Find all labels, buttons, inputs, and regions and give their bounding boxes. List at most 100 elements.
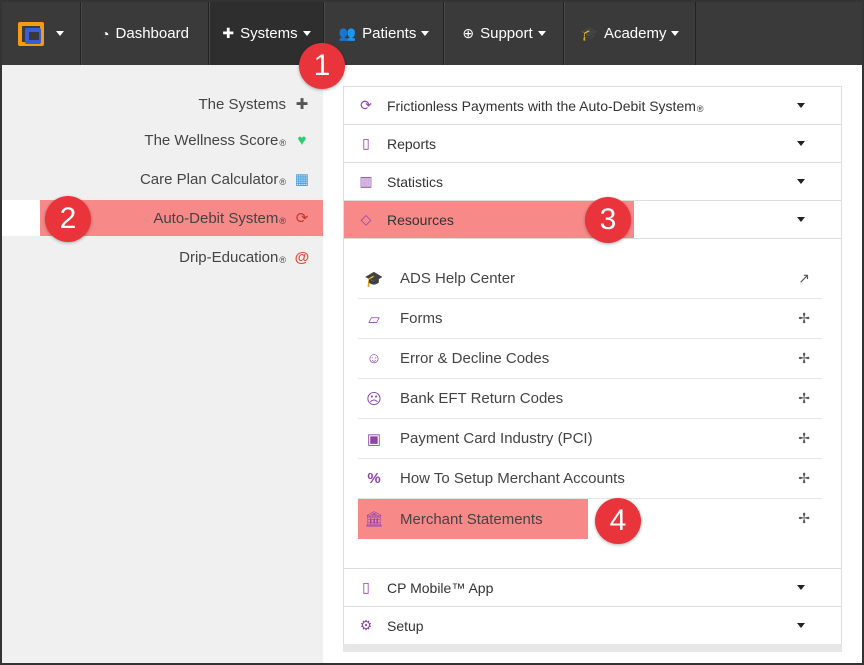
brand-logo bbox=[18, 20, 48, 48]
nav-support[interactable]: ⊕ Support bbox=[444, 2, 564, 65]
sidebar-item-label: The Wellness Score® bbox=[144, 132, 286, 149]
accordion-label: Frictionless Payments with the Auto-Debi… bbox=[387, 98, 704, 114]
resource-bank-eft-return-codes[interactable]: ☹ Bank EFT Return Codes ✢ bbox=[358, 379, 822, 419]
resource-label: Bank EFT Return Codes bbox=[400, 390, 564, 407]
resource-label: How To Setup Merchant Accounts bbox=[400, 470, 625, 487]
calculator-icon: ▦ bbox=[294, 171, 310, 188]
pinwheel-icon: ✢ bbox=[798, 510, 810, 526]
accordion-cp-mobile-app[interactable]: ▯ CP Mobile™ App bbox=[344, 569, 841, 607]
refresh-icon: ⟳ bbox=[360, 97, 372, 113]
pinwheel-icon: ✢ bbox=[798, 470, 810, 486]
accordion-label: Resources bbox=[387, 211, 454, 228]
accordion-setup[interactable]: ⚙ Setup bbox=[344, 607, 841, 645]
graduation-cap-icon: 🎓 bbox=[580, 25, 598, 41]
sidebar-item-label: Care Plan Calculator® bbox=[140, 171, 286, 188]
registered-mark: ® bbox=[279, 254, 286, 265]
accordion-text: Frictionless Payments with the Auto-Debi… bbox=[387, 97, 696, 114]
pinwheel-icon: ✢ bbox=[798, 310, 810, 326]
step-badge-2: 2 bbox=[45, 196, 91, 242]
nav-patients-label: Patients bbox=[362, 25, 417, 42]
brand-menu[interactable] bbox=[2, 2, 81, 65]
lock-icon: ▣ bbox=[366, 430, 382, 448]
sidebar-item-label: The Systems bbox=[198, 95, 286, 113]
refresh-icon: ⟳ bbox=[295, 210, 309, 227]
nav-academy-label: Academy bbox=[603, 25, 667, 42]
sidebar-item-label: Drip-Education® bbox=[179, 249, 286, 266]
accordion-statistics[interactable]: ▥ Statistics bbox=[344, 163, 841, 201]
accordion-label: CP Mobile™ App bbox=[387, 579, 494, 596]
sidebar-item-text: Care Plan Calculator bbox=[139, 170, 279, 188]
accordion-reports[interactable]: ▯ Reports bbox=[344, 125, 841, 163]
accordion-label: Reports bbox=[387, 135, 437, 152]
resource-merchant-statements[interactable]: 🏛 Merchant Statements ✢ bbox=[358, 499, 822, 539]
sidebar: The Systems ✚ The Wellness Score® ♥ Care… bbox=[2, 65, 323, 663]
sidebar-item-care-plan-calculator[interactable]: Care Plan Calculator® ▦ bbox=[140, 161, 311, 197]
chevron-down-icon bbox=[797, 623, 805, 628]
resource-pci[interactable]: ▣ Payment Card Industry (PCI) ✢ bbox=[358, 419, 822, 459]
chevron-down-icon bbox=[302, 31, 311, 36]
nav-academy[interactable]: 🎓 Academy bbox=[564, 2, 696, 65]
mobile-icon: ▯ bbox=[362, 579, 370, 595]
puzzle-icon: ✚ bbox=[222, 25, 235, 41]
heartbeat-icon: ♥ bbox=[297, 131, 307, 149]
chevron-down-icon bbox=[797, 103, 805, 108]
nav-support-label: Support bbox=[480, 25, 533, 42]
nav-dashboard-label: Dashboard bbox=[115, 25, 189, 42]
chevron-down-icon bbox=[421, 31, 430, 36]
chevron-down-icon bbox=[56, 31, 64, 36]
registered-mark: ® bbox=[279, 215, 286, 226]
resource-label: Forms bbox=[400, 310, 443, 327]
step-badge-4: 4 bbox=[595, 498, 641, 544]
sidebar-item-wellness-score[interactable]: The Wellness Score® ♥ bbox=[144, 122, 311, 158]
step-badge-3: 3 bbox=[585, 197, 631, 243]
chevron-down-icon bbox=[797, 585, 805, 590]
resource-label: Payment Card Industry (PCI) bbox=[400, 430, 593, 447]
accordion-label: Setup bbox=[387, 617, 424, 634]
bar-chart-icon: ▥ bbox=[359, 173, 373, 189]
gauge-icon: ◔ bbox=[101, 25, 110, 42]
frown-icon: ☹ bbox=[366, 390, 382, 408]
resources-list: 🎓 ADS Help Center ↗ ▱ Forms ✢ ☺ Error & … bbox=[344, 239, 841, 569]
file-icon: ▯ bbox=[362, 135, 370, 151]
panel-bottom-strip bbox=[343, 644, 842, 652]
external-link-icon: ↗ bbox=[798, 270, 810, 286]
registered-mark: ® bbox=[696, 103, 704, 114]
graduation-cap-icon: 🎓 bbox=[364, 270, 384, 288]
sidebar-item-the-systems[interactable]: The Systems ✚ bbox=[198, 86, 311, 122]
sidebar-item-text: The Wellness Score bbox=[144, 131, 279, 149]
folder-open-icon: ▱ bbox=[368, 310, 380, 328]
smile-icon: ☺ bbox=[366, 350, 382, 367]
resource-ads-help-center[interactable]: 🎓 ADS Help Center ↗ bbox=[358, 259, 822, 299]
diamond-icon: ◇ bbox=[360, 211, 372, 227]
bank-icon: 🏛 bbox=[364, 511, 384, 528]
accordion-frictionless-payments[interactable]: ⟳ Frictionless Payments with the Auto-De… bbox=[344, 87, 841, 125]
nav-systems-label: Systems bbox=[240, 25, 298, 42]
at-icon: @ bbox=[294, 248, 310, 266]
accordion-label: Statistics bbox=[387, 173, 444, 190]
step-badge-1: 1 bbox=[299, 43, 345, 89]
chevron-down-icon bbox=[797, 141, 805, 146]
systems-accordion: ⟳ Frictionless Payments with the Auto-De… bbox=[343, 86, 842, 646]
chevron-down-icon bbox=[537, 31, 546, 36]
chevron-down-icon bbox=[671, 31, 680, 36]
resource-error-decline-codes[interactable]: ☺ Error & Decline Codes ✢ bbox=[358, 339, 822, 379]
top-navbar: ◔ Dashboard ✚ Systems 👥 Patients ⊕ Suppo… bbox=[2, 2, 862, 65]
chevron-down-icon bbox=[797, 217, 805, 222]
resource-label: Error & Decline Codes bbox=[400, 350, 550, 367]
percent-icon: % bbox=[367, 470, 381, 487]
pinwheel-icon: ✢ bbox=[798, 350, 810, 366]
resource-forms[interactable]: ▱ Forms ✢ bbox=[358, 299, 822, 339]
app-window: ◔ Dashboard ✚ Systems 👥 Patients ⊕ Suppo… bbox=[0, 0, 864, 665]
sidebar-item-drip-education[interactable]: Drip-Education® @ bbox=[179, 239, 311, 275]
cogs-icon: ⚙ bbox=[359, 617, 373, 633]
registered-mark: ® bbox=[279, 137, 286, 148]
nav-dashboard[interactable]: ◔ Dashboard bbox=[81, 2, 209, 65]
resource-label: ADS Help Center bbox=[400, 270, 516, 287]
users-icon: 👥 bbox=[338, 25, 357, 41]
sidebar-item-label: Auto-Debit System® bbox=[153, 210, 286, 227]
pinwheel-icon: ✢ bbox=[798, 430, 810, 446]
chevron-down-icon bbox=[797, 179, 805, 184]
resource-merchant-accounts-setup[interactable]: % How To Setup Merchant Accounts ✢ bbox=[358, 459, 822, 499]
registered-mark: ® bbox=[279, 176, 286, 187]
puzzle-icon: ✚ bbox=[295, 96, 309, 113]
